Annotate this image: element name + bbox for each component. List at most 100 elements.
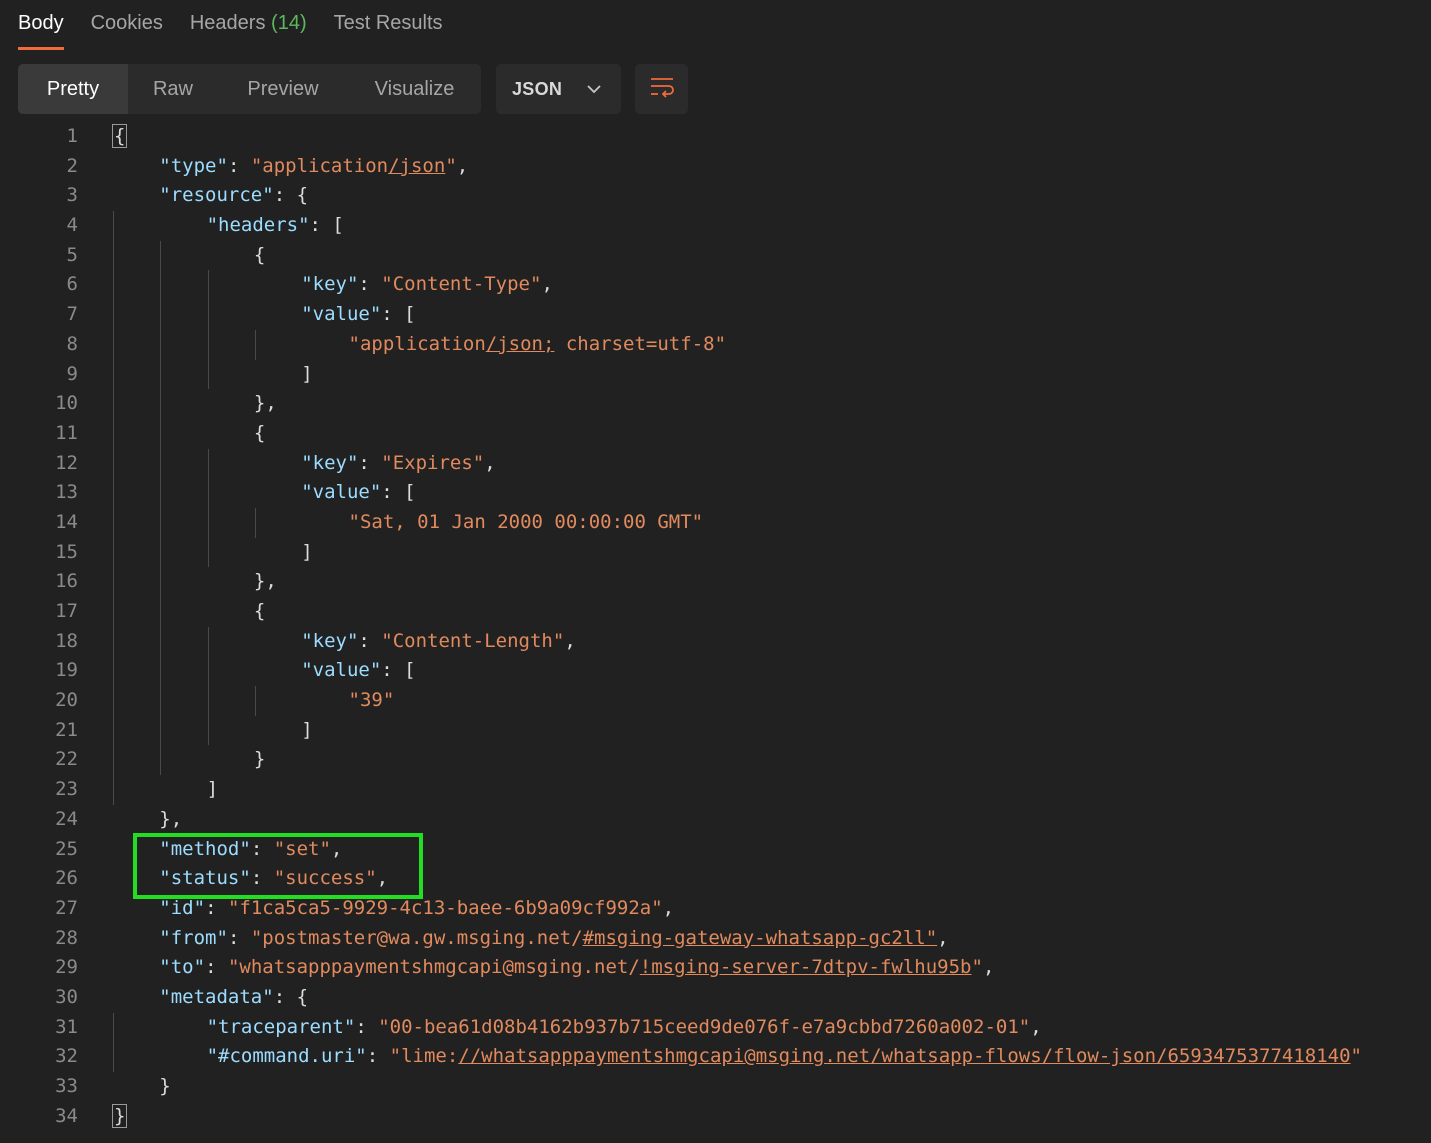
line-number: 17 — [55, 600, 78, 622]
tab-cookies[interactable]: Cookies — [91, 0, 163, 38]
indent-guide — [113, 1012, 114, 1043]
format-dropdown[interactable]: JSON — [496, 64, 621, 114]
view-mode-pretty[interactable]: Pretty — [18, 64, 128, 114]
line-number: 24 — [55, 807, 78, 830]
json-string: "application/json" — [250, 154, 457, 177]
json-punctuation: : { — [273, 985, 309, 1008]
code-content: ] — [207, 775, 218, 805]
json-punctuation: }, — [159, 807, 183, 830]
code-content: }, — [159, 805, 182, 835]
indent-guide — [254, 329, 256, 360]
indent-guide — [160, 715, 162, 746]
code-content: "resource": { — [159, 181, 308, 211]
matched-brace: { — [112, 124, 128, 148]
indent-guide — [113, 359, 114, 390]
indent-guide — [160, 537, 162, 568]
indent-guide — [160, 300, 162, 330]
indent-guide — [160, 478, 162, 508]
line-number: 29 — [55, 956, 78, 979]
wrap-lines-icon — [649, 76, 675, 103]
code-line: 12 "key": "Expires", — [0, 448, 1431, 479]
code-line: 32 "#command.uri": "lime://whatsapppaymen… — [0, 1042, 1431, 1072]
json-key: "to" — [159, 956, 206, 979]
code-content: "application/json; charset=utf-8" — [349, 330, 727, 360]
json-string: "Expires" — [381, 451, 485, 474]
code-line: 25 "method": "set", — [0, 835, 1431, 865]
line-number: 27 — [55, 896, 78, 919]
json-punctuation: } — [159, 1075, 171, 1097]
json-key: "key" — [301, 273, 359, 296]
json-code-editor[interactable]: 1 {2 "type": "application/json", 3 "resource… — [0, 122, 1431, 1131]
line-number: 22 — [55, 748, 78, 771]
indent-guide — [207, 329, 209, 360]
json-key: "key" — [301, 451, 359, 474]
json-key: "method" — [159, 837, 251, 860]
indent-guide — [160, 597, 162, 627]
view-mode-preview[interactable]: Preview — [218, 64, 348, 114]
indent-guide — [113, 329, 114, 360]
json-punctuation: , — [330, 837, 343, 860]
tab-body[interactable]: Body — [18, 0, 64, 50]
code-line: 13 "value": [ — [0, 478, 1431, 508]
code-line: 23] — [0, 775, 1431, 805]
code-line: 22} — [0, 745, 1431, 776]
indent-guide — [160, 507, 162, 538]
tab-test-results[interactable]: Test Results — [334, 0, 443, 38]
code-line: 28 "from": "postmaster@wa.gw.msging.net/#… — [0, 924, 1431, 954]
json-punctuation: : — [250, 867, 274, 890]
indent-guide — [207, 478, 209, 508]
code-line: 15] — [0, 537, 1431, 568]
code-content: ] — [301, 360, 312, 390]
format-dropdown-label: JSON — [512, 78, 563, 99]
line-number: 5 — [66, 243, 78, 266]
indent-guide — [113, 656, 114, 687]
view-mode-raw[interactable]: Raw — [128, 64, 218, 114]
line-number: 34 — [55, 1104, 78, 1127]
view-mode-visualize[interactable]: Visualize — [348, 64, 481, 114]
json-punctuation: : [ — [309, 214, 344, 237]
indent-guide — [207, 537, 209, 568]
code-content: { — [254, 419, 265, 449]
indent-guide — [113, 715, 114, 746]
indent-guide — [254, 686, 256, 716]
line-number: 6 — [66, 273, 78, 296]
code-line: 26 "status": "success", — [0, 864, 1431, 894]
code-line: 17 { — [0, 597, 1431, 627]
json-punctuation: }, — [253, 392, 277, 415]
code-line: 18 "key": "Content-Length", — [0, 626, 1431, 657]
code-content: "39" — [349, 686, 395, 716]
json-key: "id" — [159, 896, 206, 919]
json-key: "headers" — [206, 214, 310, 237]
code-line: 11 { — [0, 418, 1431, 449]
indent-guide — [113, 300, 114, 330]
json-punctuation: : — [227, 926, 251, 949]
code-line: 3 "resource": { — [0, 181, 1431, 211]
json-punctuation: , — [376, 867, 389, 890]
code-content: "status": "success", — [159, 864, 388, 894]
json-punctuation: : — [355, 1015, 379, 1038]
response-tabs: Body Cookies Headers (14) Test Results — [18, 0, 470, 52]
line-number: 14 — [55, 510, 78, 533]
indent-guide — [113, 686, 114, 716]
line-number: 9 — [66, 362, 78, 385]
line-number: 28 — [55, 926, 78, 949]
json-key: "value" — [301, 481, 382, 504]
json-key: "value" — [301, 659, 382, 682]
line-number: 1 — [66, 125, 78, 147]
json-string: "Sat, 01 Jan 2000 00:00:00 GMT" — [348, 510, 704, 533]
code-content: }, — [254, 389, 277, 419]
code-line: 2 "type": "application/json", — [0, 152, 1431, 182]
json-string: "set" — [273, 837, 331, 860]
code-content: "method": "set", — [159, 835, 342, 865]
code-content: "metadata": { — [159, 983, 308, 1013]
tab-headers[interactable]: Headers (14) — [190, 0, 307, 38]
json-key: "#command.uri" — [206, 1045, 367, 1068]
line-number: 31 — [55, 1015, 78, 1038]
wrap-lines-button[interactable] — [635, 64, 688, 114]
json-string: "Content-Type" — [381, 273, 542, 296]
code-content: "value": [ — [301, 478, 415, 508]
indent-guide — [113, 478, 114, 508]
indent-guide — [160, 448, 162, 479]
code-content: "value": [ — [301, 656, 415, 686]
line-number: 19 — [55, 659, 78, 682]
